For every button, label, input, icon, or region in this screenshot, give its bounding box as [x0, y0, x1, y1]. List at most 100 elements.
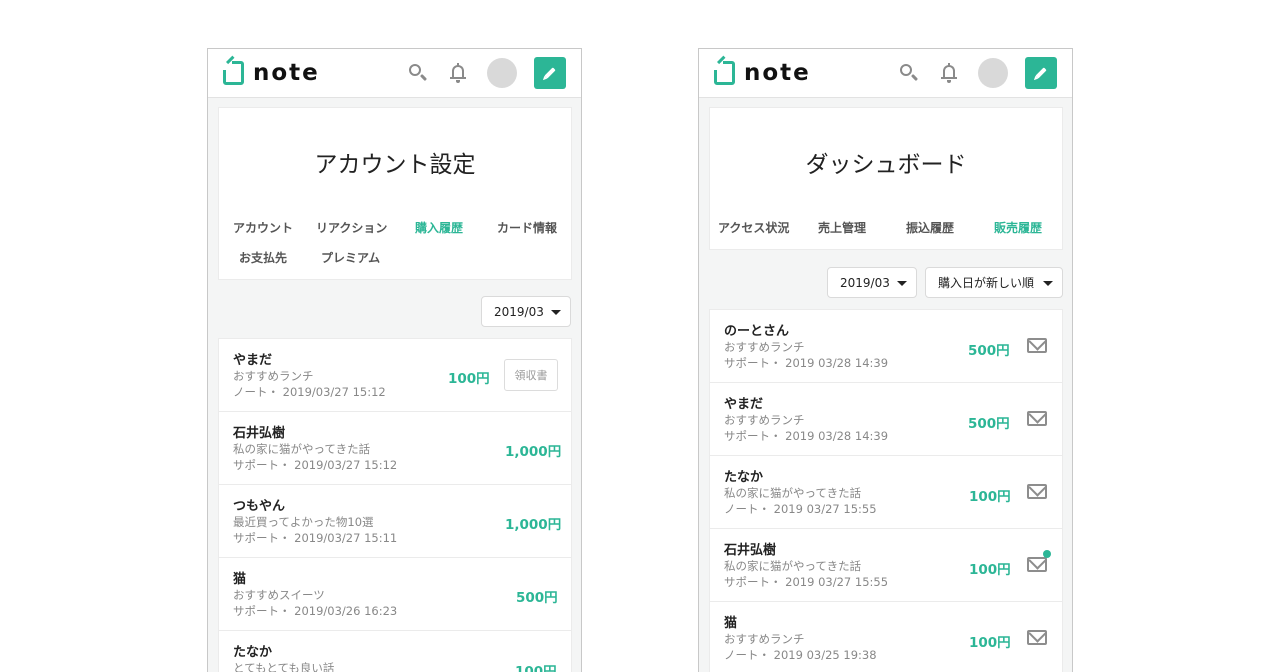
- page-title: ダッシュボード: [805, 152, 967, 178]
- tab-account[interactable]: アカウント: [233, 219, 293, 236]
- item-meta: ノート・ 2019 03/27 15:55: [724, 502, 877, 516]
- pen-icon: [1035, 67, 1047, 79]
- list-item[interactable]: やまだ おすすめランチ ノート・ 2019/03/27 15:12 100円 領…: [219, 339, 571, 412]
- account-settings-screen: note アカウント設定 アカウント リアクション 購入履歴 カード情報 お支払…: [207, 48, 582, 672]
- item-price: 100円: [515, 664, 557, 672]
- item-price: 1,000円: [505, 444, 562, 460]
- item-title: おすすめランチ: [724, 632, 805, 646]
- chevron-down-icon: [1043, 281, 1053, 286]
- bell-icon[interactable]: [447, 62, 469, 84]
- item-meta: サポート・ 2019 03/28 14:39: [724, 356, 889, 370]
- search-icon[interactable]: [898, 62, 920, 84]
- sort-select[interactable]: 購入日が新しい順: [925, 267, 1063, 298]
- list-item[interactable]: 石井弘樹 私の家に猫がやってきた話 サポート・ 2019 03/27 15:55…: [710, 529, 1062, 602]
- post-button[interactable]: [534, 57, 566, 89]
- list-item[interactable]: やまだ おすすめランチ サポート・ 2019 03/28 14:39 500円: [710, 383, 1062, 456]
- tab-sales-management[interactable]: 売上管理: [818, 219, 866, 236]
- logo-text: note: [253, 60, 320, 86]
- note-logo[interactable]: note: [714, 60, 811, 86]
- month-select[interactable]: 2019/03: [827, 267, 917, 298]
- item-title: おすすめランチ: [724, 413, 805, 427]
- item-title: おすすめランチ: [233, 369, 314, 383]
- chevron-down-icon: [897, 281, 907, 286]
- item-title: 私の家に猫がやってきた話: [724, 486, 862, 500]
- item-title: 私の家に猫がやってきた話: [724, 559, 862, 573]
- dashboard-screen: note ダッシュボード アクセス状況 売上管理 振込履歴 販売履歴 2019/…: [698, 48, 1073, 672]
- list-item[interactable]: 石井弘樹 私の家に猫がやってきた話 サポート・ 2019/03/27 15:12…: [219, 412, 571, 485]
- tab-card-info[interactable]: カード情報: [497, 219, 557, 236]
- buyer-name: 石井弘樹: [724, 543, 777, 558]
- tab-transfer-history[interactable]: 振込履歴: [906, 219, 954, 236]
- avatar[interactable]: [978, 58, 1008, 88]
- month-select[interactable]: 2019/03: [481, 296, 571, 327]
- app-header: note: [699, 49, 1072, 98]
- unread-dot: [1043, 550, 1051, 558]
- buyer-name: たなか: [233, 645, 273, 660]
- item-title: おすすめスイーツ: [233, 588, 325, 602]
- item-price: 1,000円: [505, 517, 562, 533]
- item-price: 100円: [969, 635, 1011, 651]
- item-title: おすすめランチ: [724, 340, 805, 354]
- dashboard-title-card: ダッシュボード アクセス状況 売上管理 振込履歴 販売履歴: [709, 107, 1063, 250]
- mail-icon[interactable]: [1027, 557, 1047, 572]
- tab-reaction[interactable]: リアクション: [316, 219, 387, 236]
- chevron-down-icon: [551, 310, 561, 315]
- buyer-name: やまだ: [724, 397, 764, 412]
- item-meta: サポート・ 2019/03/26 16:23: [233, 604, 398, 618]
- buyer-name: たなか: [724, 470, 764, 485]
- settings-title-card: アカウント設定 アカウント リアクション 購入履歴 カード情報 お支払先 プレミ…: [218, 107, 572, 280]
- item-price: 500円: [968, 343, 1010, 359]
- item-meta: サポート・ 2019 03/27 15:55: [724, 575, 889, 589]
- mail-icon[interactable]: [1027, 411, 1047, 426]
- buyer-name: 石井弘樹: [233, 426, 286, 441]
- item-title: 私の家に猫がやってきた話: [233, 442, 371, 456]
- purchase-list: やまだ おすすめランチ ノート・ 2019/03/27 15:12 100円 領…: [218, 338, 572, 672]
- item-price: 100円: [969, 562, 1011, 578]
- search-icon[interactable]: [407, 62, 429, 84]
- note-logo[interactable]: note: [223, 60, 320, 86]
- buyer-name: やまだ: [233, 353, 273, 368]
- item-title: 最近買ってよかった物10選: [233, 515, 374, 529]
- filter-bar: 2019/03: [208, 296, 581, 327]
- buyer-name: 猫: [724, 616, 738, 631]
- note-logo-icon: [223, 61, 244, 85]
- receipt-button[interactable]: 領収書: [504, 359, 558, 391]
- item-meta: ノート・ 2019/03/27 15:12: [233, 385, 386, 399]
- item-meta: サポート・ 2019/03/27 15:12: [233, 458, 398, 472]
- month-select-value: 2019/03: [494, 304, 544, 319]
- pen-icon: [544, 67, 556, 79]
- app-header: note: [208, 49, 581, 98]
- list-item[interactable]: たなか とてもとても良い話 100円: [219, 631, 571, 672]
- list-item[interactable]: 猫 おすすめスイーツ サポート・ 2019/03/26 16:23 500円: [219, 558, 571, 631]
- item-price: 500円: [968, 416, 1010, 432]
- tab-sales-history[interactable]: 販売履歴: [994, 219, 1042, 236]
- buyer-name: のーとさん: [724, 324, 790, 339]
- month-select-value: 2019/03: [840, 275, 890, 290]
- sales-list: のーとさん おすすめランチ サポート・ 2019 03/28 14:39 500…: [709, 309, 1063, 672]
- tab-premium[interactable]: プレミアム: [321, 249, 380, 266]
- tab-payee[interactable]: お支払先: [239, 249, 287, 266]
- item-price: 100円: [969, 489, 1011, 505]
- mail-icon[interactable]: [1027, 630, 1047, 645]
- post-button[interactable]: [1025, 57, 1057, 89]
- list-item[interactable]: のーとさん おすすめランチ サポート・ 2019 03/28 14:39 500…: [710, 310, 1062, 383]
- tab-access[interactable]: アクセス状況: [718, 219, 789, 236]
- logo-text: note: [744, 60, 811, 86]
- item-meta: ノート・ 2019 03/25 19:38: [724, 648, 877, 662]
- mail-icon[interactable]: [1027, 338, 1047, 353]
- bell-icon[interactable]: [938, 62, 960, 84]
- item-title: とてもとても良い話: [233, 661, 335, 672]
- mail-icon[interactable]: [1027, 484, 1047, 499]
- item-meta: サポート・ 2019/03/27 15:11: [233, 531, 398, 545]
- tab-purchase-history[interactable]: 購入履歴: [415, 219, 463, 236]
- list-item[interactable]: 猫 おすすめランチ ノート・ 2019 03/25 19:38 100円: [710, 602, 1062, 672]
- list-item[interactable]: たなか 私の家に猫がやってきた話 ノート・ 2019 03/27 15:55 1…: [710, 456, 1062, 529]
- buyer-name: つもやん: [233, 499, 286, 514]
- sort-select-value: 購入日が新しい順: [938, 276, 1035, 290]
- page-title: アカウント設定: [314, 152, 476, 178]
- item-price: 500円: [516, 590, 558, 606]
- item-meta: サポート・ 2019 03/28 14:39: [724, 429, 889, 443]
- list-item[interactable]: つもやん 最近買ってよかった物10選 サポート・ 2019/03/27 15:1…: [219, 485, 571, 558]
- avatar[interactable]: [487, 58, 517, 88]
- item-price: 100円: [448, 371, 490, 387]
